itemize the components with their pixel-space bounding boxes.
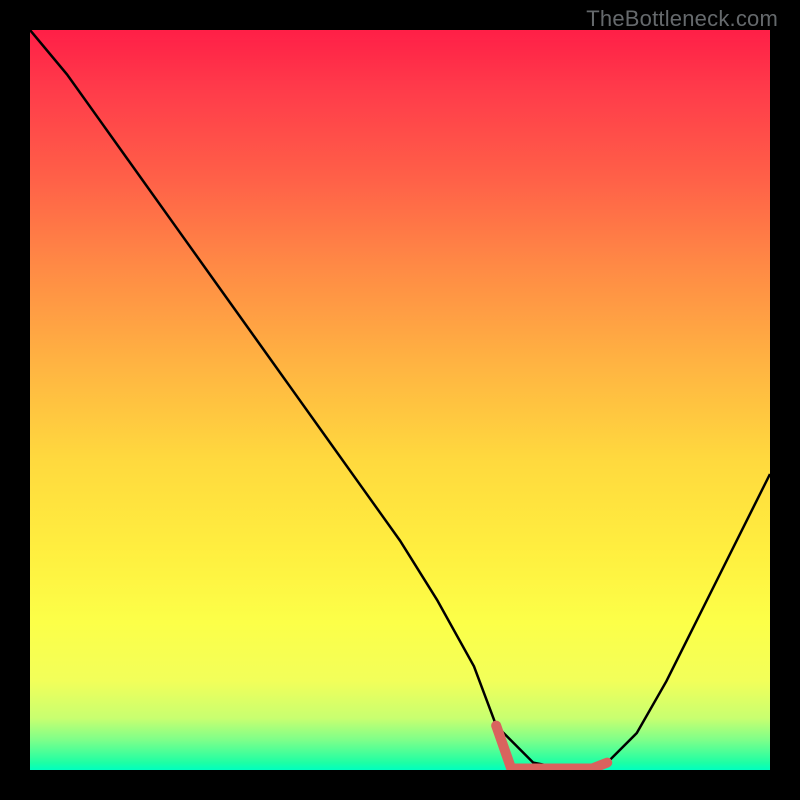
bottleneck-curve-line bbox=[30, 30, 770, 770]
optimal-range-marker bbox=[496, 726, 607, 769]
watermark-text: TheBottleneck.com bbox=[586, 6, 778, 32]
bottleneck-curve-svg bbox=[30, 30, 770, 770]
chart-plot-area bbox=[30, 30, 770, 770]
